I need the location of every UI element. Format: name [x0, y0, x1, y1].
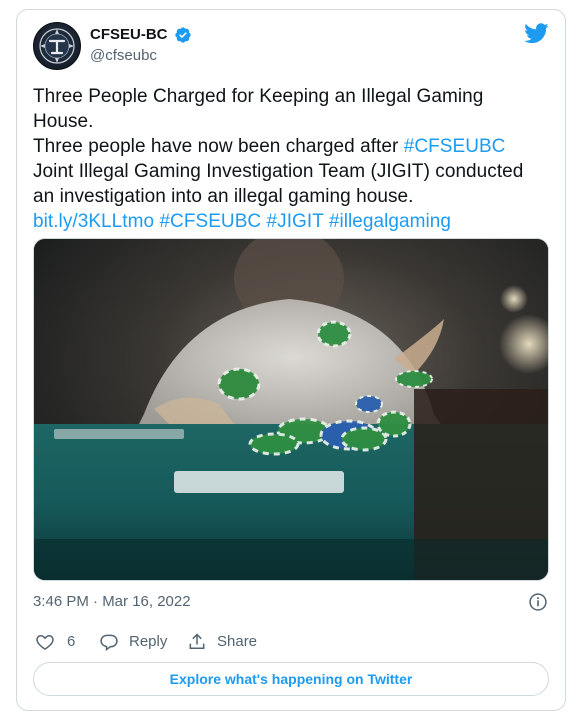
info-icon[interactable] [528, 592, 548, 612]
twitter-bird-icon[interactable] [524, 23, 549, 44]
hashtag-link-cfseubc[interactable]: #CFSEUBC [159, 211, 261, 232]
reply-label: Reply [129, 633, 168, 650]
short-link[interactable]: bit.ly/3KLLtmo [33, 211, 154, 232]
explore-twitter-button[interactable]: Explore what's happening on Twitter [33, 662, 549, 696]
tweet-text: Three People Charged for Keeping an Ille… [33, 84, 533, 234]
tweet-line-2-rest: Joint Illegal Gaming Investigation Team … [33, 161, 524, 207]
tweet-media-photo[interactable] [33, 238, 549, 581]
reply-button[interactable]: Reply [99, 630, 167, 654]
handle[interactable]: @cfseubc [90, 46, 192, 66]
account-names[interactable]: CFSEU-BC @cfseubc [90, 25, 192, 66]
share-label: Share [217, 633, 258, 650]
heart-icon [36, 634, 54, 650]
verified-badge-icon [175, 27, 191, 43]
hashtag-link-illegalgaming[interactable]: #illegalgaming [329, 211, 451, 232]
share-upload-icon [189, 633, 205, 649]
reply-bubble-icon [100, 634, 118, 651]
share-button[interactable]: Share [187, 630, 257, 654]
cfseu-badge-icon [39, 28, 75, 64]
hashtag-link-cfseubc-inline[interactable]: #CFSEUBC [404, 136, 506, 157]
like-button[interactable]: 6 [35, 630, 75, 654]
avatar[interactable] [33, 22, 81, 70]
tweet-line-1: Three People Charged for Keeping an Ille… [33, 86, 484, 132]
tweet-actions: 6 Reply Share [33, 630, 433, 654]
display-name[interactable]: CFSEU-BC [90, 25, 168, 45]
tweet-line-2-prefix: Three people have now been charged after [33, 136, 404, 157]
tweet-card: CFSEU-BC @cfseubc Three People Charged f… [16, 9, 566, 711]
hashtag-link-jigit[interactable]: #JIGIT [267, 211, 324, 232]
tweet-timestamp[interactable]: 3:46 PM · Mar 16, 2022 [33, 592, 191, 612]
tweet-header: CFSEU-BC @cfseubc [33, 22, 549, 70]
like-count: 6 [67, 633, 76, 650]
poker-chips-photo [34, 239, 548, 580]
